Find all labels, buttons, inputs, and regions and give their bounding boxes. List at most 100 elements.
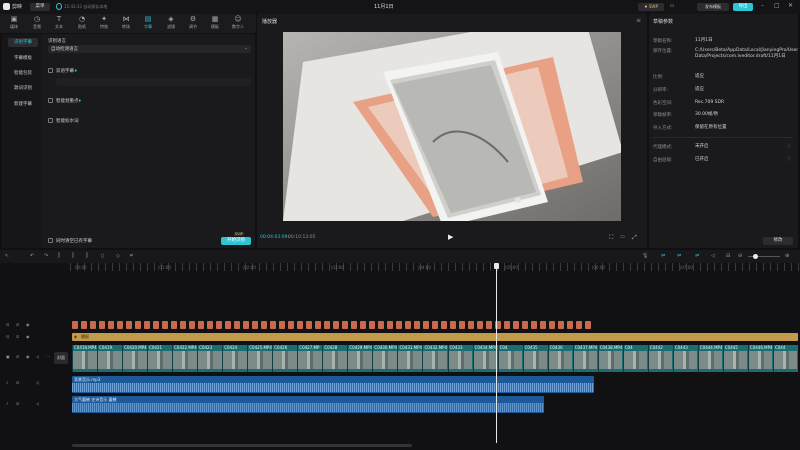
- tab-digital-human[interactable]: ☺ 数字人: [227, 15, 249, 32]
- filter-track-clip[interactable]: ◈ 播报: [72, 333, 798, 341]
- transition-clip[interactable]: [126, 321, 132, 329]
- transition-clip[interactable]: [108, 321, 114, 329]
- crop-icon[interactable]: ⌗: [130, 253, 133, 259]
- transition-clip[interactable]: [243, 321, 249, 329]
- transition-clip[interactable]: [72, 321, 78, 329]
- transition-clip[interactable]: [360, 321, 366, 329]
- start-recognize-button[interactable]: 开始识别: [221, 237, 251, 245]
- info-icon[interactable]: ⓘ: [787, 143, 791, 149]
- track-lock-icon[interactable]: ⊡: [6, 334, 9, 339]
- tab-transition[interactable]: ⋈ 转场: [115, 15, 137, 32]
- clear-existing-checkbox[interactable]: [48, 238, 53, 243]
- video-clip[interactable]: C0444.MP4: [697, 345, 723, 372]
- tab-template[interactable]: ▦ 模板: [204, 15, 226, 32]
- track-eye-icon[interactable]: ◉: [26, 334, 30, 339]
- transition-clip[interactable]: [315, 321, 321, 329]
- video-clip[interactable]: C0422.MP4: [172, 345, 197, 372]
- filler-checkbox[interactable]: [48, 118, 53, 123]
- audio-split-icon[interactable]: ◁: [711, 253, 715, 259]
- center-icon[interactable]: ⊟: [726, 253, 730, 259]
- video-clip[interactable]: C0434.MP4: [472, 345, 498, 372]
- video-clip[interactable]: C0436: [547, 345, 573, 372]
- video-clip[interactable]: C0446.MP4: [747, 345, 773, 372]
- transition-clip[interactable]: [342, 321, 348, 329]
- transition-clip[interactable]: [378, 321, 384, 329]
- video-clip[interactable]: C0428: [322, 345, 347, 372]
- transition-clip[interactable]: [144, 321, 150, 329]
- transition-clip[interactable]: [459, 321, 465, 329]
- sidebar-item-lyrics[interactable]: 歌词识别: [8, 84, 38, 93]
- track-lock-icon[interactable]: ⊡: [16, 354, 19, 359]
- track-eye-icon[interactable]: ◉: [26, 354, 30, 359]
- link-preview-icon[interactable]: ⇌: [677, 253, 681, 259]
- video-clip[interactable]: C0423: [197, 345, 222, 372]
- transition-clip[interactable]: [117, 321, 123, 329]
- transition-clip[interactable]: [540, 321, 546, 329]
- marker-icon[interactable]: ◇: [116, 253, 120, 259]
- transition-clip[interactable]: [135, 321, 141, 329]
- transition-clip[interactable]: [441, 321, 447, 329]
- video-clip[interactable]: C0420.MP4: [122, 345, 147, 372]
- video-clip[interactable]: C0426: [272, 345, 297, 372]
- transition-clip[interactable]: [288, 321, 294, 329]
- track-lock-icon[interactable]: ⊡: [16, 401, 19, 406]
- transition-clip[interactable]: [468, 321, 474, 329]
- transition-clip[interactable]: [297, 321, 303, 329]
- lang-select[interactable]: 自动检测语言 ⌄: [48, 45, 251, 53]
- video-clip[interactable]: C04: [622, 345, 648, 372]
- export-button[interactable]: 导出: [733, 3, 753, 11]
- audio-clip-music[interactable]: 大气震撼 史诗音乐 震撼: [72, 396, 544, 413]
- transition-clip[interactable]: [279, 321, 285, 329]
- split-left-icon[interactable]: ⫿: [72, 253, 74, 259]
- video-clip[interactable]: C0425.MP4: [247, 345, 272, 372]
- sidebar-item-new-caption[interactable]: 新建字幕: [8, 100, 38, 109]
- link-audio-icon[interactable]: ⇌: [695, 253, 699, 259]
- tab-filter[interactable]: ◈ 滤镜: [160, 15, 182, 32]
- fullscreen-icon[interactable]: ⤢: [632, 234, 637, 242]
- video-clip[interactable]: C0429.MP4: [347, 345, 372, 372]
- track-lock-icon[interactable]: ⊡: [6, 322, 9, 327]
- transition-clip[interactable]: [387, 321, 393, 329]
- tab-caption[interactable]: ▤ 字幕: [137, 15, 159, 32]
- transition-clip[interactable]: [405, 321, 411, 329]
- transition-clip[interactable]: [306, 321, 312, 329]
- video-clip[interactable]: C0431.MP4: [397, 345, 422, 372]
- track-lock-icon[interactable]: ⊡: [16, 322, 19, 327]
- transition-clip[interactable]: [432, 321, 438, 329]
- split-right-icon[interactable]: ⫿: [86, 253, 88, 259]
- transition-clip[interactable]: [450, 321, 456, 329]
- track-lock-icon[interactable]: ⊡: [16, 334, 19, 339]
- bilingual-checkbox[interactable]: [48, 68, 53, 73]
- transition-clip[interactable]: [171, 321, 177, 329]
- transition-clip[interactable]: [351, 321, 357, 329]
- track-mute-icon[interactable]: ◁: [36, 354, 39, 359]
- video-clip[interactable]: C0435: [522, 345, 548, 372]
- transition-clip[interactable]: [477, 321, 483, 329]
- transition-clip[interactable]: [153, 321, 159, 329]
- transition-clip[interactable]: [216, 321, 222, 329]
- bilingual-select[interactable]: [56, 78, 251, 86]
- transition-clip[interactable]: [225, 321, 231, 329]
- select-cursor-icon[interactable]: ↖: [5, 253, 9, 259]
- tab-effects[interactable]: ✦ 特效: [93, 15, 115, 32]
- track-eye-icon[interactable]: ◉: [26, 322, 30, 327]
- video-clip[interactable]: C0421: [147, 345, 172, 372]
- timeline-scrollbar[interactable]: [72, 444, 412, 447]
- transition-clip[interactable]: [324, 321, 330, 329]
- audio-clip-bgm[interactable]: 背景音乐.mp3: [72, 376, 594, 393]
- tab-text[interactable]: T 文本: [48, 15, 70, 32]
- playhead[interactable]: [496, 263, 497, 443]
- play-icon[interactable]: ▶: [448, 233, 453, 241]
- video-clip[interactable]: C0430.MP4: [372, 345, 397, 372]
- playhead-handle[interactable]: [494, 263, 499, 269]
- tab-sticker[interactable]: ◔ 贴纸: [71, 15, 93, 32]
- transition-clip[interactable]: [576, 321, 582, 329]
- transition-clip[interactable]: [549, 321, 555, 329]
- transition-clip[interactable]: [558, 321, 564, 329]
- video-clip[interactable]: C0424: [222, 345, 247, 372]
- layout-icon[interactable]: ▭: [667, 3, 677, 11]
- transition-clip[interactable]: [423, 321, 429, 329]
- transition-clip[interactable]: [99, 321, 105, 329]
- menu-icon[interactable]: ≡: [636, 17, 641, 24]
- keyword-checkbox[interactable]: [48, 98, 53, 103]
